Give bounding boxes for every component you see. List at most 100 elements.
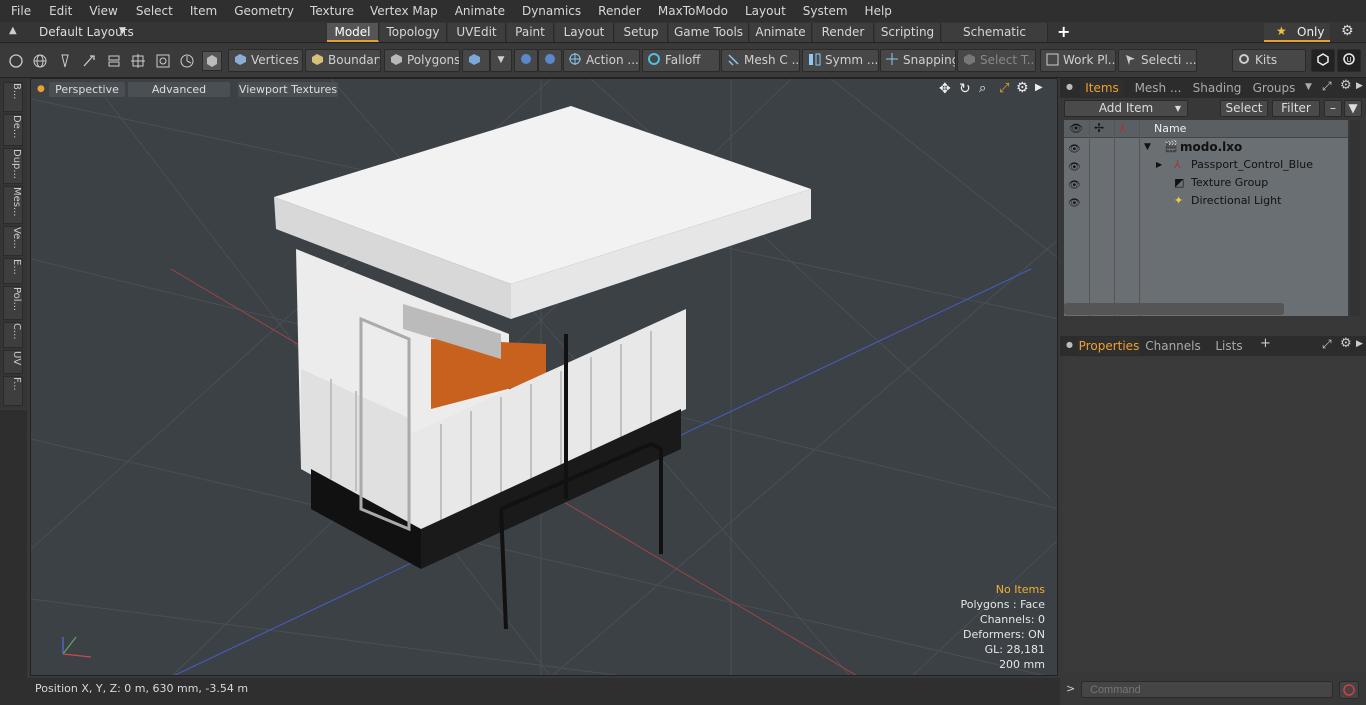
pen-icon[interactable] <box>55 51 75 71</box>
left-tab-edge[interactable]: E... <box>3 258 23 284</box>
tab-channels[interactable]: Channels <box>1144 337 1202 355</box>
frame-icon[interactable] <box>153 51 173 71</box>
snapping-button[interactable]: Snapping <box>880 49 956 72</box>
brush-icon[interactable] <box>79 51 99 71</box>
tab-mesh[interactable]: Mesh ... <box>1130 79 1186 97</box>
left-tab-uv[interactable]: UV <box>3 350 23 374</box>
center-icon[interactable] <box>128 51 148 71</box>
3d-viewport[interactable]: ● Perspective Advanced Viewport Textures… <box>30 78 1058 676</box>
vertical-scrollbar[interactable] <box>1350 120 1360 316</box>
action-center-button[interactable]: Action ... <box>563 49 640 72</box>
unity-icon[interactable] <box>1311 49 1335 72</box>
unreal-icon[interactable]: U <box>1337 49 1361 72</box>
falloff-button[interactable]: Falloff <box>642 49 720 72</box>
minus-icon[interactable]: – <box>1324 100 1342 117</box>
tab-setup[interactable]: Setup <box>615 23 668 42</box>
left-tab-deform[interactable]: De... <box>3 114 23 146</box>
work-plane-button[interactable]: Work Pl... <box>1040 49 1116 72</box>
menu-render[interactable]: Render <box>587 4 641 18</box>
left-tab-curve[interactable]: C... <box>3 322 23 348</box>
left-tab-duplicate[interactable]: Dup... <box>3 148 23 184</box>
menu-edit[interactable]: Edit <box>38 4 72 18</box>
menu-layout[interactable]: Layout <box>734 4 786 18</box>
tab-items[interactable]: Items <box>1080 79 1124 97</box>
only-toggle[interactable]: Only <box>1297 25 1325 39</box>
horizontal-scrollbar[interactable] <box>1064 303 1284 315</box>
menu-view[interactable]: View <box>78 4 117 18</box>
gear-icon[interactable]: ⚙ <box>1341 23 1354 39</box>
tab-topology[interactable]: Topology <box>380 23 447 42</box>
perspective-dropdown[interactable]: Perspective <box>49 82 125 97</box>
tab-groups[interactable]: Groups <box>1248 79 1300 97</box>
tab-lists[interactable]: Lists <box>1208 337 1250 355</box>
tab-model[interactable]: Model <box>327 23 379 42</box>
menu-geometry[interactable]: Geometry <box>223 4 294 18</box>
left-tab-mesh-edit[interactable]: Mes... <box>3 186 23 224</box>
chevron-right-icon[interactable]: ▶ <box>1035 82 1043 93</box>
gear-icon[interactable]: ⚙ <box>1340 78 1352 93</box>
chevron-right-icon[interactable]: ▶ <box>1356 81 1363 91</box>
tab-shading[interactable]: Shading <box>1188 79 1246 97</box>
selection-sets-button[interactable]: Selecti ... <box>1118 49 1197 72</box>
menu-item[interactable]: Item <box>179 4 217 18</box>
gear-icon[interactable]: ⚙ <box>1340 336 1352 351</box>
list-item[interactable]: 👁 ▶ ⅄ Passport_Control_Blue <box>1064 156 1348 174</box>
advanced-dropdown[interactable]: Advanced <box>128 82 230 97</box>
lock-header-icon[interactable]: ✢ <box>1094 121 1104 135</box>
menu-dynamics[interactable]: Dynamics <box>511 4 581 18</box>
record-button[interactable] <box>1339 681 1359 699</box>
item-mode-icon[interactable] <box>202 51 222 71</box>
chevron-down-icon[interactable]: ▼ <box>490 49 512 72</box>
expand-icon[interactable]: ⤢ <box>1322 79 1332 94</box>
tab-scripting[interactable]: Scripting <box>875 23 941 42</box>
menu-vertex-map[interactable]: Vertex Map <box>359 4 438 18</box>
expand-icon[interactable]: ⤢ <box>1322 337 1332 352</box>
menu-file[interactable]: File <box>0 4 31 18</box>
left-tab-basic[interactable]: B... <box>3 82 23 112</box>
left-tab-fusion[interactable]: F... <box>3 376 23 406</box>
tab-paint[interactable]: Paint <box>507 23 554 42</box>
globe-icon[interactable] <box>30 51 50 71</box>
chevron-down-icon[interactable]: ▼ <box>1144 138 1151 156</box>
move-view-icon[interactable]: ✥ <box>939 81 951 97</box>
add-tab-icon[interactable]: + <box>1260 336 1271 351</box>
menu-select[interactable]: Select <box>125 4 173 18</box>
viewport-textures-dropdown[interactable]: Viewport Textures <box>238 82 338 97</box>
menu-animate[interactable]: Animate <box>444 4 505 18</box>
tab-schematic-fusion[interactable]: Schematic Fusion <box>942 23 1048 58</box>
kits-button[interactable]: Kits <box>1232 49 1306 72</box>
command-input[interactable] <box>1081 681 1333 698</box>
tab-uvedit[interactable]: UVEdit <box>448 23 506 42</box>
add-item-dropdown[interactable]: Add Item ▼ <box>1064 100 1188 117</box>
eye-icon[interactable]: 👁 <box>1068 141 1082 155</box>
eye-header-icon[interactable]: 👁 <box>1069 122 1083 135</box>
boundary-button[interactable]: Boundary <box>305 49 381 72</box>
zoom-view-icon[interactable]: ⌕ <box>979 81 986 96</box>
chevron-right-icon[interactable]: ▶ <box>1156 156 1162 174</box>
eye-icon[interactable]: 👁 <box>1068 195 1082 209</box>
symmetry-a-icon[interactable] <box>514 49 538 72</box>
layout-collapse-icon[interactable]: ▲ <box>9 25 17 36</box>
gear-icon[interactable]: ⚙ <box>1016 80 1029 96</box>
select-through-button[interactable]: Select T... <box>957 49 1036 72</box>
align-icon[interactable] <box>104 51 124 71</box>
material-button[interactable] <box>462 49 490 72</box>
tab-properties[interactable]: Properties <box>1078 337 1140 355</box>
circle-select-icon[interactable] <box>6 51 26 71</box>
list-item[interactable]: 👁 ✦ Directional Light <box>1064 192 1348 210</box>
left-tab-polygon[interactable]: Pol... <box>3 286 23 320</box>
chevron-right-icon[interactable]: ▶ <box>1356 339 1363 349</box>
tab-layout[interactable]: Layout <box>555 23 614 42</box>
add-tab-icon[interactable]: + <box>1057 22 1070 41</box>
menu-help[interactable]: Help <box>854 4 892 18</box>
list-item[interactable]: 👁 ▼ 🎬 modo.lxo <box>1064 138 1348 156</box>
tab-game-tools[interactable]: Game Tools <box>669 23 749 42</box>
channel-header-icon[interactable]: ⅄ <box>1119 121 1126 135</box>
symmetry-b-icon[interactable] <box>538 49 562 72</box>
eye-icon[interactable]: 👁 <box>1068 159 1082 173</box>
menu-system[interactable]: System <box>792 4 848 18</box>
select-button[interactable]: Select <box>1220 100 1268 117</box>
menu-texture[interactable]: Texture <box>299 4 354 18</box>
rotate-view-icon[interactable]: ↻ <box>959 81 971 97</box>
symmetry-button[interactable]: Symm ... <box>802 49 879 72</box>
